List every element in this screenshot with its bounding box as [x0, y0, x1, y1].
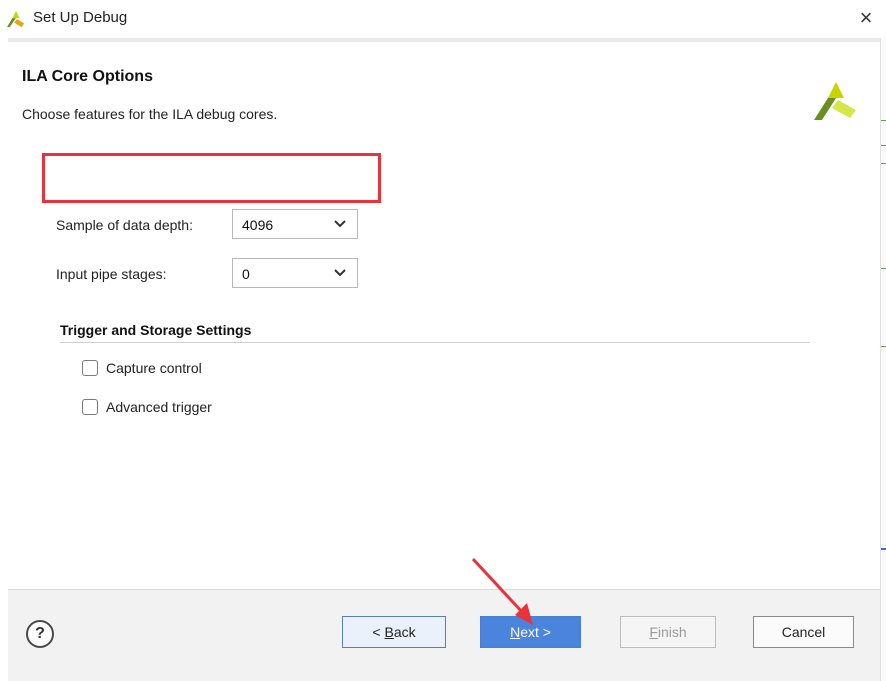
- chevron-down-icon: [334, 220, 346, 228]
- sample-depth-label: Sample of data depth:: [56, 217, 193, 233]
- trigger-storage-heading: Trigger and Storage Settings: [60, 322, 252, 338]
- capture-control-checkbox[interactable]: [82, 360, 98, 376]
- edge-tick: [881, 145, 886, 146]
- edge-tick: [881, 346, 886, 347]
- close-button[interactable]: ×: [852, 4, 880, 32]
- cancel-button[interactable]: Cancel: [753, 616, 854, 648]
- finish-label-rest: inish: [657, 624, 687, 640]
- advanced-trigger-label[interactable]: Advanced trigger: [106, 399, 212, 415]
- back-prefix: <: [372, 624, 385, 640]
- wizard-panel: ILA Core Options Choose features for the…: [8, 42, 880, 681]
- chevron-down-icon: [334, 269, 346, 277]
- annotation-arrow-icon: [471, 557, 533, 625]
- back-button[interactable]: < Back: [342, 616, 446, 648]
- section-divider: [60, 342, 810, 343]
- xilinx-logo-icon: [7, 10, 25, 28]
- sample-depth-select[interactable]: 4096: [232, 209, 358, 239]
- button-bar: ? < Back Next > Finish Cancel: [8, 590, 880, 681]
- highlight-box: [42, 153, 381, 203]
- background-window-edge: [880, 38, 886, 681]
- help-button[interactable]: ?: [26, 620, 54, 648]
- edge-tick: [881, 163, 886, 164]
- page-description: Choose features for the ILA debug cores.: [22, 106, 278, 122]
- back-mnemonic: B: [384, 624, 394, 640]
- finish-button[interactable]: Finish: [620, 616, 716, 648]
- input-pipe-select[interactable]: 0: [232, 258, 358, 288]
- page-title: ILA Core Options: [22, 68, 153, 85]
- edge-tick: [881, 120, 886, 121]
- capture-control-label[interactable]: Capture control: [106, 360, 202, 376]
- input-pipe-label: Input pipe stages:: [56, 266, 167, 282]
- advanced-trigger-checkbox[interactable]: [82, 399, 98, 415]
- xilinx-brand-icon: [814, 82, 856, 120]
- edge-tick: [881, 268, 886, 269]
- window-title: Set Up Debug: [33, 9, 128, 26]
- edge-tick: [881, 548, 886, 550]
- input-pipe-value: 0: [242, 266, 250, 282]
- title-bar: Set Up Debug ×: [0, 0, 886, 38]
- back-label-rest: ack: [393, 624, 416, 640]
- finish-mnemonic: F: [649, 624, 658, 640]
- sample-depth-value: 4096: [242, 217, 274, 233]
